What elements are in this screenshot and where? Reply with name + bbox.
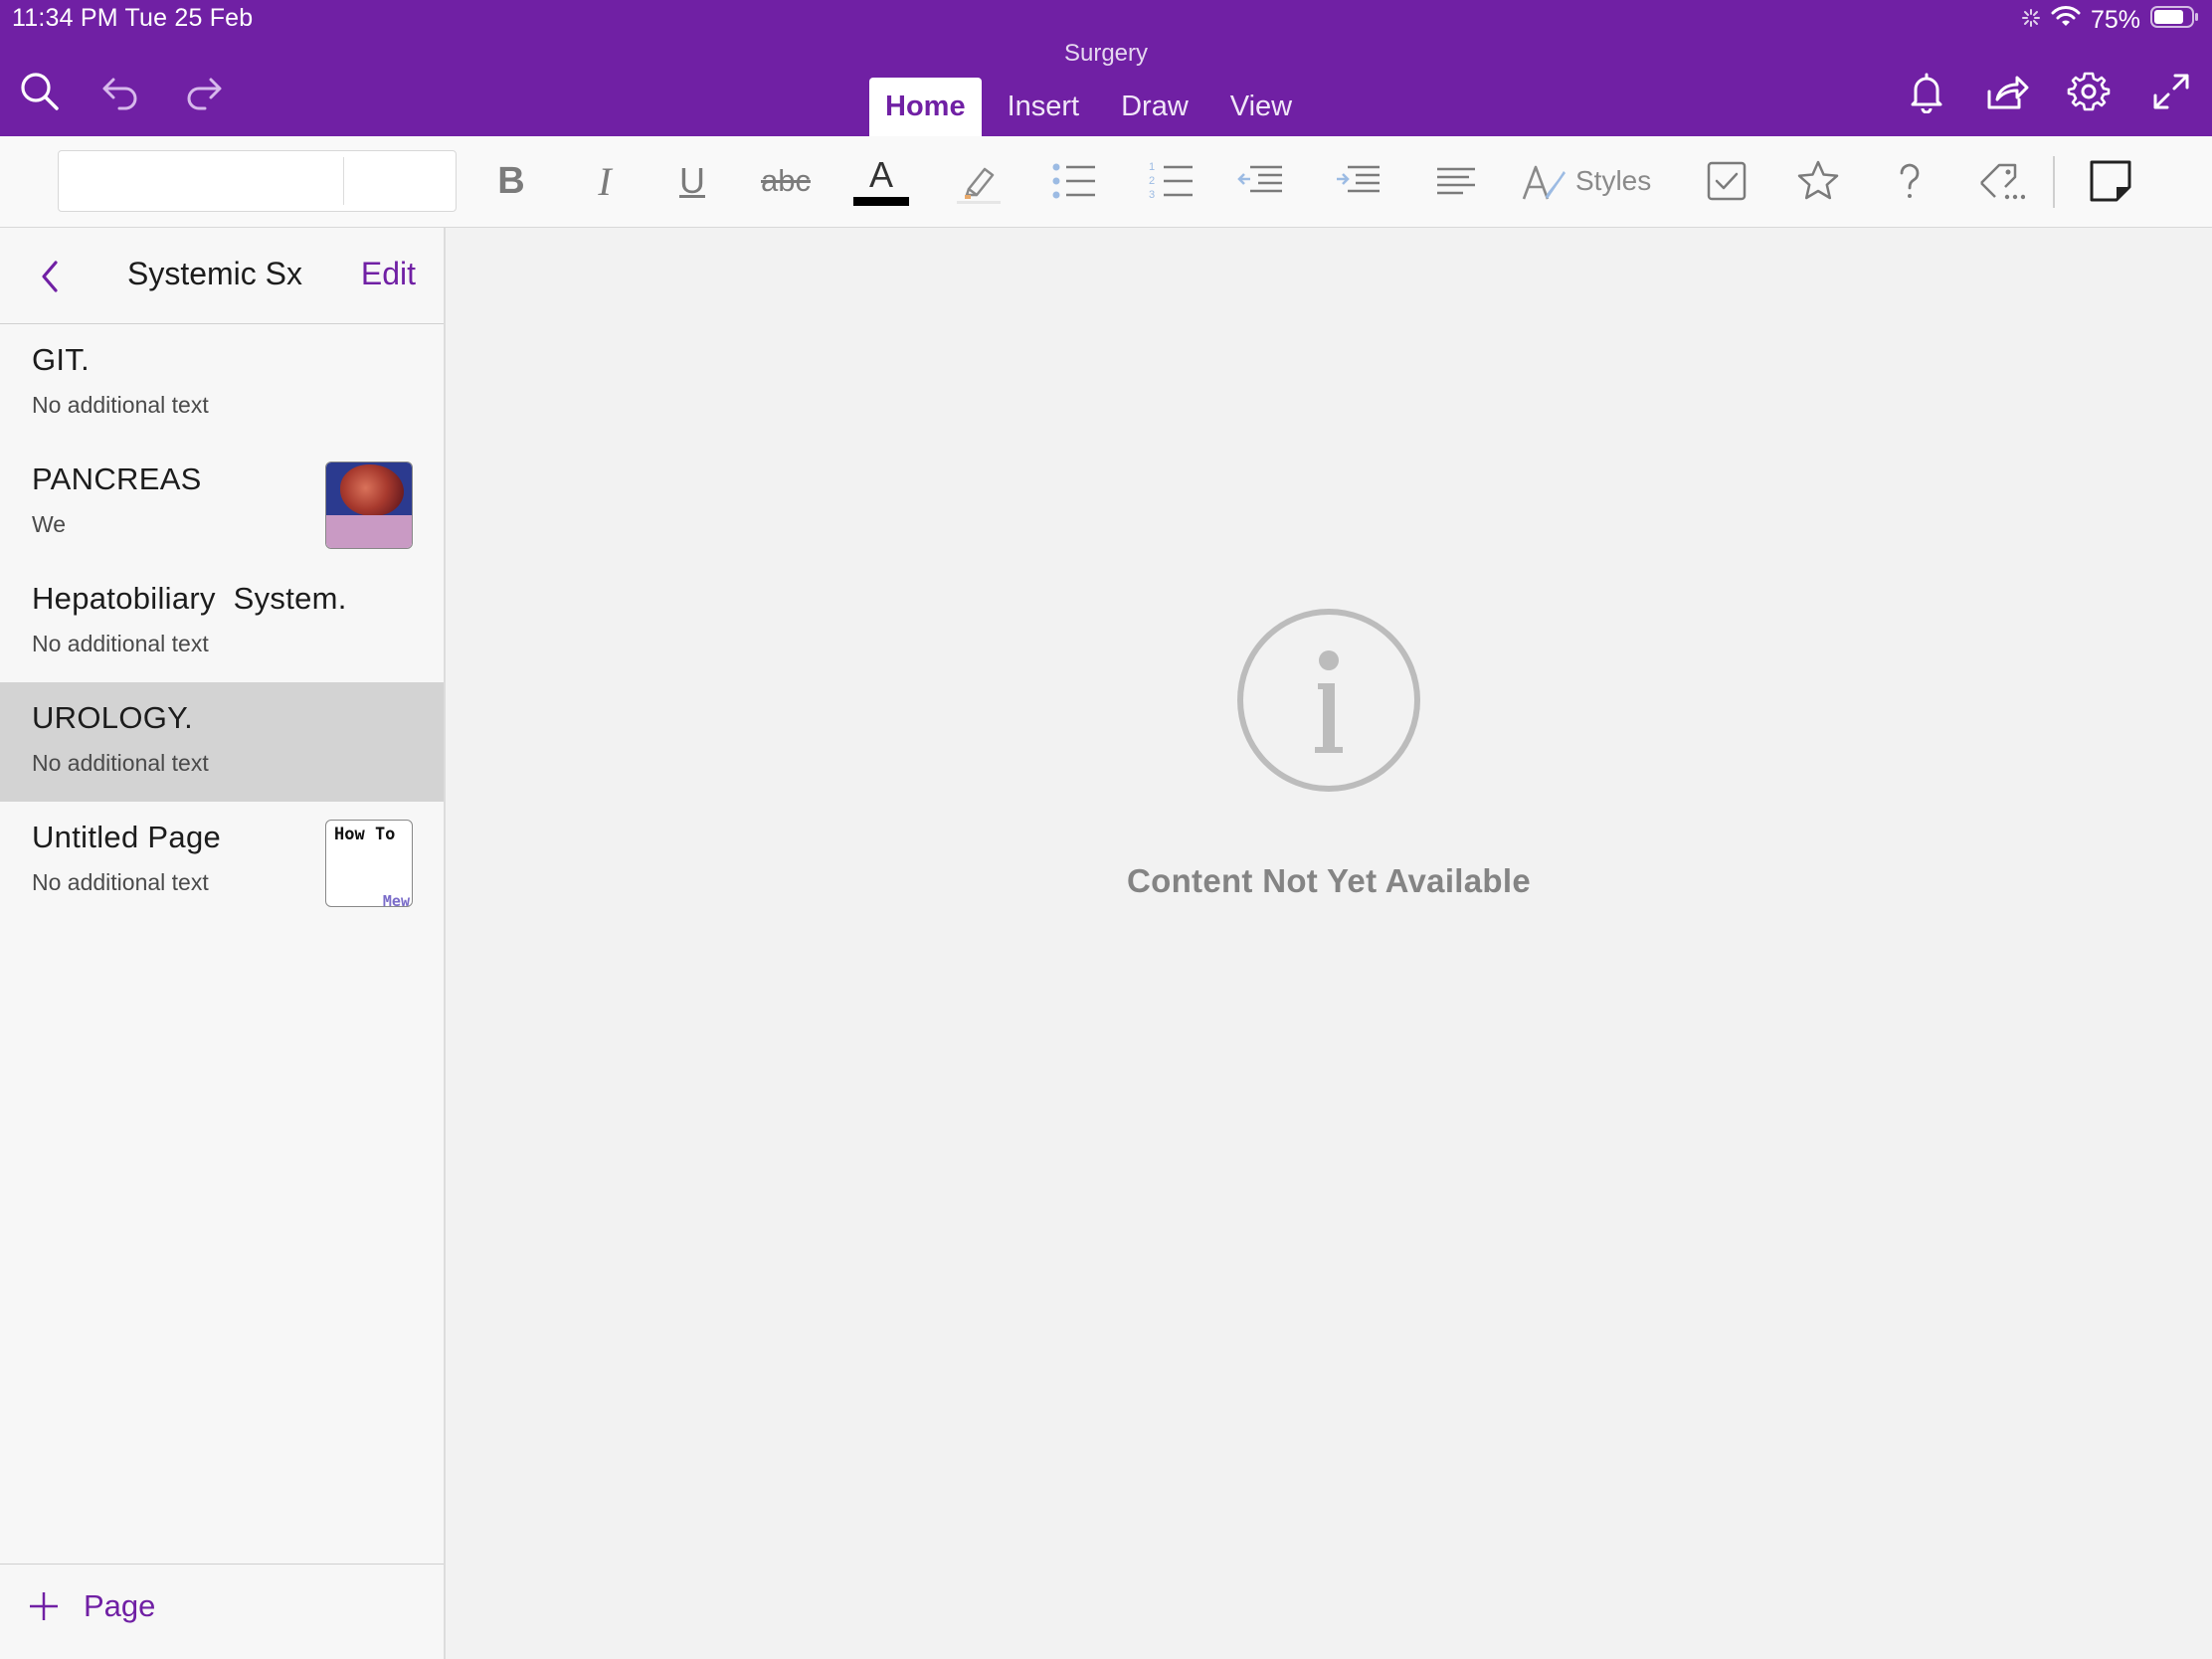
strikethrough-button[interactable]: abc — [756, 150, 816, 212]
bold-button[interactable]: B — [487, 150, 535, 212]
tab-draw[interactable]: Draw — [1105, 78, 1204, 136]
notebook-title: Surgery — [1063, 40, 1149, 67]
ribbon-divider — [2053, 156, 2055, 208]
info-icon — [1236, 608, 1421, 793]
page-preview-text: No additional text — [32, 750, 209, 776]
page-list: GIT. No additional text PANCREAS We Hepa… — [0, 324, 444, 921]
svg-text:3: 3 — [1149, 189, 1155, 201]
share-icon[interactable] — [1983, 68, 2031, 115]
thumbnail-handwriting: How To — [334, 825, 396, 844]
empty-state-message: Content Not Yet Available — [1126, 862, 1531, 899]
page-item-git[interactable]: GIT. No additional text — [0, 324, 444, 444]
redo-icon[interactable] — [179, 68, 227, 115]
status-indicators: 75% — [2021, 4, 2200, 37]
sticky-note-icon[interactable] — [2085, 150, 2136, 212]
decrease-indent-icon[interactable] — [1233, 150, 1287, 212]
svg-text:2: 2 — [1149, 175, 1155, 187]
svg-text:1: 1 — [1149, 161, 1155, 173]
italic-button[interactable]: I — [581, 150, 629, 212]
underline-button[interactable]: U — [668, 150, 716, 212]
tab-home[interactable]: Home — [869, 78, 982, 136]
page-title: UROLOGY. — [32, 700, 194, 735]
page-thumbnail — [325, 461, 413, 549]
todo-checkbox-icon[interactable] — [1701, 150, 1752, 212]
app-header: 11:34 PM Tue 25 Feb 75% Surgery Home Ins… — [0, 0, 2212, 136]
font-color-button[interactable]: A — [851, 150, 911, 212]
home-ribbon: B I U abc A 1 2 3 Styles — [0, 136, 2212, 228]
plus-icon — [30, 1592, 58, 1620]
undo-icon[interactable] — [97, 68, 145, 115]
bold-glyph: B — [497, 159, 525, 202]
star-icon[interactable] — [1792, 150, 1844, 212]
tab-view[interactable]: View — [1214, 78, 1308, 136]
battery-icon — [2150, 4, 2200, 37]
styles-button[interactable]: Styles — [1518, 150, 1667, 212]
underline-glyph: U — [679, 160, 705, 201]
expand-icon[interactable] — [2147, 68, 2195, 115]
styles-brush-icon — [1522, 165, 1566, 200]
status-time: 11:34 PM Tue 25 Feb — [12, 4, 254, 32]
bell-icon[interactable] — [1903, 68, 1950, 115]
bullet-list-icon[interactable] — [1046, 150, 1100, 212]
page-title: GIT. — [32, 342, 91, 377]
font-name-field[interactable] — [59, 151, 343, 211]
page-item-pancreas[interactable]: PANCREAS We — [0, 444, 444, 563]
highlighter-icon[interactable] — [951, 150, 1007, 212]
page-preview-text: No additional text — [32, 631, 209, 656]
ribbon-tabs: Home Insert Draw View — [869, 78, 1318, 136]
align-left-icon[interactable] — [1428, 150, 1482, 212]
page-thumbnail: How To Mew — [325, 820, 413, 907]
edit-button[interactable]: Edit — [361, 256, 416, 292]
page-list-pane: Systemic Sx Edit GIT. No additional text… — [0, 228, 446, 1659]
battery-percent: 75% — [2090, 6, 2140, 34]
more-tags-icon[interactable] — [1973, 150, 2029, 212]
strikethrough-glyph: abc — [761, 163, 811, 198]
sidebar-footer: Page — [0, 1564, 444, 1659]
page-canvas[interactable]: Content Not Yet Available — [446, 228, 2212, 1659]
page-preview-text: No additional text — [32, 392, 209, 418]
increase-indent-icon[interactable] — [1331, 150, 1384, 212]
gear-icon[interactable] — [2065, 68, 2113, 115]
numbered-list-icon[interactable]: 1 2 3 — [1144, 150, 1198, 212]
font-color-swatch — [853, 196, 909, 206]
styles-label: Styles — [1575, 165, 1652, 196]
italic-glyph: I — [598, 158, 612, 204]
wifi-icon — [2051, 5, 2081, 36]
thumbnail-handwriting-2: Mew — [382, 892, 410, 907]
font-picker — [58, 150, 457, 212]
section-header: Systemic Sx Edit — [0, 228, 444, 324]
add-page-label: Page — [84, 1588, 156, 1623]
page-item-urology[interactable]: UROLOGY. No additional text — [0, 682, 444, 802]
font-size-field[interactable] — [344, 151, 456, 211]
page-item-hepatobiliary[interactable]: Hepatobiliary System. No additional text — [0, 563, 444, 682]
font-color-glyph: A — [868, 153, 893, 195]
search-icon[interactable] — [16, 68, 64, 115]
page-item-untitled[interactable]: Untitled Page No additional text How To … — [0, 802, 444, 921]
tab-insert[interactable]: Insert — [992, 78, 1096, 136]
page-title: Hepatobiliary System. — [32, 581, 347, 616]
activity-icon — [2021, 6, 2041, 35]
add-page-button[interactable]: Page — [28, 1588, 155, 1624]
question-icon[interactable] — [1884, 150, 1936, 212]
